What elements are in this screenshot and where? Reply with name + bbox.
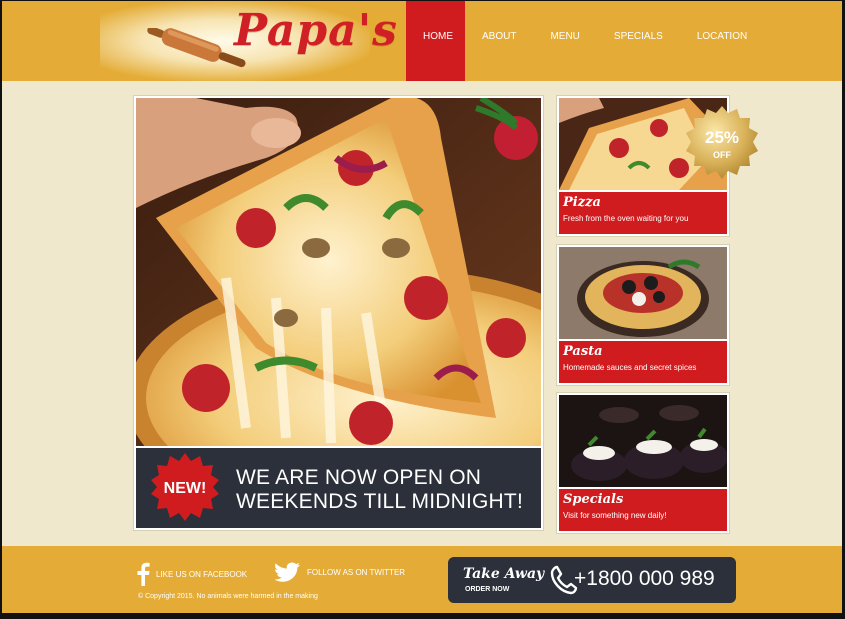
card-pasta-desc: Homemade sauces and secret spices <box>563 363 697 372</box>
main-nav: HOME ABOUT MENU SPECIALS LOCATION <box>406 1 764 81</box>
card-pizza-title: Pizza <box>563 195 601 210</box>
nav-specials[interactable]: SPECIALS <box>597 1 680 81</box>
svg-text:NEW!: NEW! <box>164 480 207 497</box>
card-pasta[interactable]: Pasta Homemade sauces and secret spices <box>557 245 729 385</box>
card-pasta-caption: Pasta Homemade sauces and secret spices <box>559 341 727 383</box>
announcement-line-1: WE ARE NOW OPEN ON <box>236 466 482 489</box>
nav-location[interactable]: LOCATION <box>680 1 764 81</box>
announcement-text: WE ARE NOW OPEN ON WEEKENDS TILL MIDNIGH… <box>236 466 536 514</box>
discount-seal: 25% OFF <box>686 106 758 179</box>
card-specials-image <box>559 395 727 487</box>
brand-logo[interactable]: Papa's <box>234 5 398 56</box>
phone-number: +1800 000 989 <box>574 567 715 590</box>
announcement-line-2: WEEKENDS TILL MIDNIGHT! <box>236 490 523 513</box>
page: Papa's HOME ABOUT MENU SPECIALS LOCATION <box>2 1 842 613</box>
card-specials[interactable]: Specials Visit for something new daily! <box>557 393 729 533</box>
takeaway-call-button[interactable]: Take Away ORDER NOW +1800 000 989 <box>448 557 736 603</box>
copyright: © Copyright 2015. No animals were harmed… <box>138 593 318 600</box>
svg-text:25%: 25% <box>705 128 739 147</box>
facebook-icon <box>137 562 150 586</box>
card-pasta-title: Pasta <box>563 344 603 359</box>
card-pizza-desc: Fresh from the oven waiting for you <box>563 214 689 223</box>
header: Papa's HOME ABOUT MENU SPECIALS LOCATION <box>2 1 842 81</box>
card-pizza-caption: Pizza Fresh from the oven waiting for yo… <box>559 192 727 234</box>
nav-home[interactable]: HOME <box>406 1 465 81</box>
svg-text:OFF: OFF <box>713 150 731 160</box>
facebook-link[interactable]: LIKE US ON FACEBOOK <box>136 562 247 586</box>
twitter-label: FOLLOW AS ON TWITTER <box>307 567 406 577</box>
facebook-label: LIKE US ON FACEBOOK <box>156 569 248 579</box>
announcement-banner: NEW! WE ARE NOW OPEN ON WEEKENDS TILL MI… <box>136 448 541 528</box>
card-specials-title: Specials <box>563 492 624 507</box>
footer: LIKE US ON FACEBOOK FOLLOW AS ON TWITTER… <box>2 546 842 613</box>
card-specials-caption: Specials Visit for something new daily! <box>559 489 727 531</box>
nav-about[interactable]: ABOUT <box>465 1 533 81</box>
twitter-icon <box>275 562 300 582</box>
hero-pizza-image <box>136 98 541 446</box>
hero: NEW! WE ARE NOW OPEN ON WEEKENDS TILL MI… <box>134 96 543 530</box>
card-pasta-image <box>559 247 727 339</box>
card-specials-desc: Visit for something new daily! <box>563 511 667 520</box>
takeaway-subtitle: ORDER NOW <box>465 586 510 593</box>
new-badge: NEW! <box>151 453 219 521</box>
twitter-link[interactable]: FOLLOW AS ON TWITTER <box>275 562 405 582</box>
takeaway-title: Take Away <box>463 566 545 582</box>
nav-menu[interactable]: MENU <box>533 1 596 81</box>
